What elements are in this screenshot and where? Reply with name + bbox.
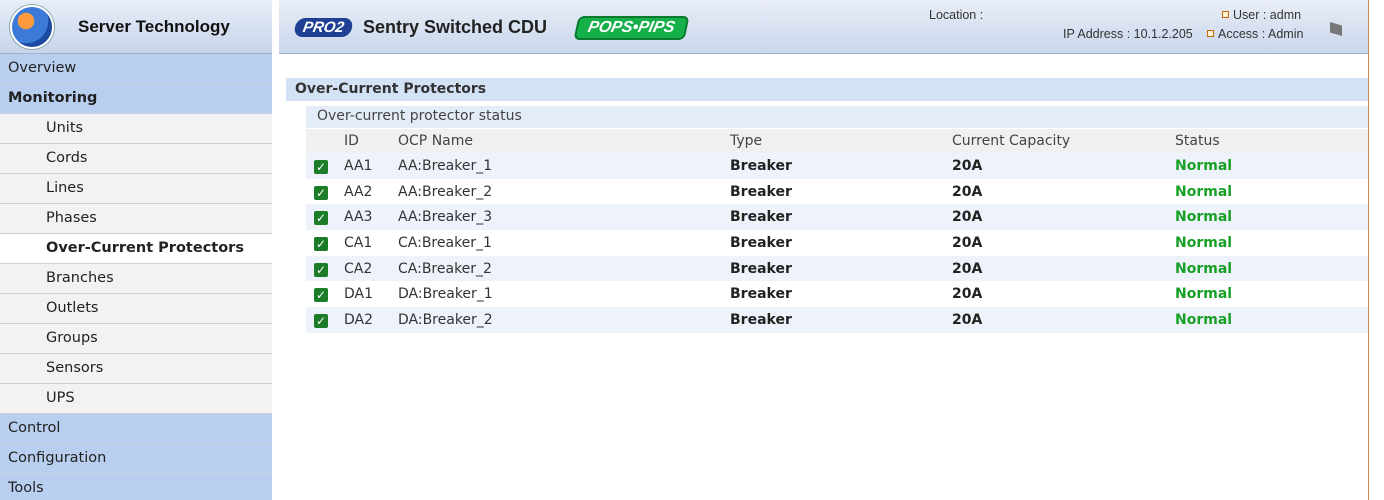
header-status: Status <box>1175 129 1368 153</box>
header-type: Type <box>730 129 952 153</box>
row-capacity: 20A <box>952 153 1175 179</box>
row-type: Breaker <box>730 230 952 256</box>
row-ocp-name: DA:Breaker_1 <box>398 281 730 308</box>
ocp-status-table: ID OCP Name Type Current Capacity Status… <box>306 129 1368 333</box>
row-status: Normal <box>1175 204 1368 231</box>
row-status: Normal <box>1175 307 1368 333</box>
row-id: AA1 <box>344 153 398 179</box>
header-check <box>306 129 344 153</box>
ip-address: IP Address : 10.1.2.205 <box>1063 27 1193 41</box>
table-row: ✓ CA2 CA:Breaker_2 Breaker 20A Normal <box>306 255 1368 282</box>
pro-badge: PRO2 <box>293 18 354 37</box>
header-bar: PRO2 Sentry Switched CDU POPS•PIPS Locat… <box>279 0 1368 54</box>
globe-logo-icon <box>10 4 54 49</box>
row-id: DA2 <box>344 307 398 333</box>
row-status: Normal <box>1175 178 1368 205</box>
row-capacity: 20A <box>952 255 1175 282</box>
row-capacity: 20A <box>952 230 1175 256</box>
logout-icon[interactable] <box>1330 22 1342 36</box>
row-type: Breaker <box>730 307 952 333</box>
checkmark-icon: ✓ <box>314 262 328 277</box>
row-status: Normal <box>1175 281 1368 308</box>
header-current-capacity: Current Capacity <box>952 129 1175 153</box>
row-type: Breaker <box>730 255 952 282</box>
table-row: ✓ AA3 AA:Breaker_3 Breaker 20A Normal <box>306 204 1368 231</box>
pops-pips-badge: POPS•PIPS <box>573 16 690 40</box>
row-id: DA1 <box>344 281 398 308</box>
nav-item-units[interactable]: Units <box>0 114 272 144</box>
table-row: ✓ DA1 DA:Breaker_1 Breaker 20A Normal <box>306 281 1368 308</box>
nav-item-phases[interactable]: Phases <box>0 204 272 234</box>
section-title: Over-Current Protectors <box>286 78 1368 101</box>
row-ocp-name: CA:Breaker_1 <box>398 230 730 256</box>
location-label: Location : <box>929 8 984 22</box>
user-text: User : admn <box>1233 8 1302 22</box>
table-row: ✓ AA2 AA:Breaker_2 Breaker 20A Normal <box>306 178 1368 205</box>
bullet-icon <box>1207 30 1214 37</box>
row-id: CA2 <box>344 255 398 282</box>
checkmark-icon: ✓ <box>314 288 328 303</box>
nav-item-ups[interactable]: UPS <box>0 384 272 414</box>
row-ocp-name: AA:Breaker_3 <box>398 204 730 231</box>
row-type: Breaker <box>730 204 952 231</box>
row-capacity: 20A <box>952 178 1175 205</box>
access-info: Access : Admin <box>1207 27 1303 41</box>
nav-control[interactable]: Control <box>0 414 272 444</box>
row-id: AA2 <box>344 178 398 205</box>
row-status: Normal <box>1175 230 1368 256</box>
checkmark-icon: ✓ <box>314 236 328 251</box>
row-capacity: 20A <box>952 281 1175 308</box>
row-status: Normal <box>1175 153 1368 179</box>
row-ocp-name: AA:Breaker_2 <box>398 178 730 205</box>
row-status: Normal <box>1175 255 1368 282</box>
row-type: Breaker <box>730 153 952 179</box>
nav-item-branches[interactable]: Branches <box>0 264 272 294</box>
sidebar: Server Technology Overview Monitoring Un… <box>0 0 272 500</box>
row-id: CA1 <box>344 230 398 256</box>
subsection-title: Over-current protector status <box>306 106 1368 128</box>
nav-tools[interactable]: Tools <box>0 474 272 500</box>
checkmark-icon: ✓ <box>314 211 328 226</box>
row-capacity: 20A <box>952 307 1175 333</box>
checkmark-icon: ✓ <box>314 313 328 328</box>
nav-item-over-current-protectors[interactable]: Over-Current Protectors <box>0 234 272 264</box>
nav-configuration[interactable]: Configuration <box>0 444 272 474</box>
nav-item-sensors[interactable]: Sensors <box>0 354 272 384</box>
row-id: AA3 <box>344 204 398 231</box>
user-info: User : admn <box>1222 8 1301 22</box>
table-row: ✓ AA1 AA:Breaker_1 Breaker 20A Normal <box>306 153 1368 179</box>
nav-item-lines[interactable]: Lines <box>0 174 272 204</box>
header-id: ID <box>344 129 398 153</box>
row-type: Breaker <box>730 178 952 205</box>
header-ocp-name: OCP Name <box>398 129 730 153</box>
row-capacity: 20A <box>952 204 1175 231</box>
table-header-row: ID OCP Name Type Current Capacity Status <box>306 129 1368 153</box>
checkmark-icon: ✓ <box>314 159 328 174</box>
nav-item-outlets[interactable]: Outlets <box>0 294 272 324</box>
checkmark-icon: ✓ <box>314 185 328 200</box>
row-type: Breaker <box>730 281 952 308</box>
row-ocp-name: DA:Breaker_2 <box>398 307 730 333</box>
nav-monitoring[interactable]: Monitoring <box>0 84 272 114</box>
nav-item-cords[interactable]: Cords <box>0 144 272 174</box>
page-border <box>1368 0 1369 500</box>
table-row: ✓ CA1 CA:Breaker_1 Breaker 20A Normal <box>306 230 1368 256</box>
brand-bar[interactable]: Server Technology <box>0 0 272 54</box>
table-row: ✓ DA2 DA:Breaker_2 Breaker 20A Normal <box>306 307 1368 333</box>
row-ocp-name: CA:Breaker_2 <box>398 255 730 282</box>
product-name: Sentry Switched CDU <box>363 17 548 37</box>
row-ocp-name: AA:Breaker_1 <box>398 153 730 179</box>
brand-name: Server Technology <box>78 16 230 36</box>
access-text: Access : Admin <box>1218 27 1304 41</box>
nav-item-groups[interactable]: Groups <box>0 324 272 354</box>
nav-overview[interactable]: Overview <box>0 54 272 84</box>
bullet-icon <box>1222 11 1229 18</box>
